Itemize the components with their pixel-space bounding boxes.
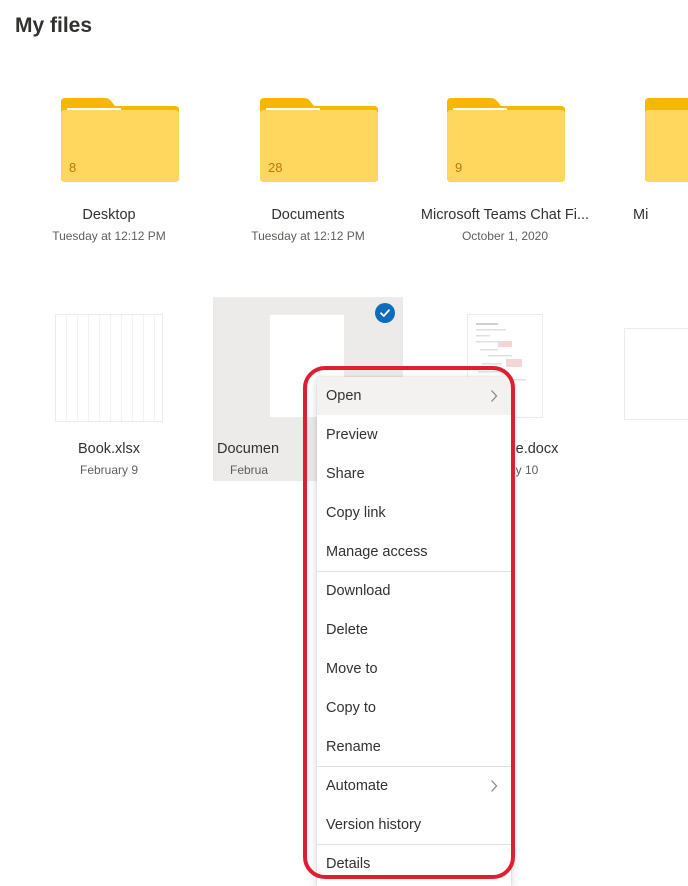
menu-item-download[interactable]: Download	[317, 572, 511, 610]
menu-item-preview[interactable]: Preview	[317, 416, 511, 454]
chevron-right-icon	[491, 780, 498, 792]
my-files-view: My files 8 Desktop Tuesday at 12:12 PM 2…	[0, 0, 688, 886]
menu-item-details[interactable]: Details	[317, 845, 511, 883]
folder-date: Tuesday at 12:12 PM	[251, 229, 365, 243]
folder-icon	[645, 98, 688, 182]
folder-name: Mi	[633, 207, 649, 223]
menu-item-label: Preview	[326, 427, 378, 443]
menu-item-label: Rename	[326, 739, 381, 755]
menu-item-rename[interactable]: Rename	[317, 728, 511, 766]
folder-name: Documents	[271, 207, 345, 223]
page-title: My files	[15, 14, 93, 37]
folder-item-count: 8	[69, 160, 77, 175]
folder-name: Desktop	[82, 207, 136, 223]
menu-item-delete[interactable]: Delete	[317, 611, 511, 649]
spreadsheet-thumbnail	[56, 315, 162, 421]
menu-item-label: Version history	[326, 817, 422, 833]
menu-item-label: Automate	[326, 778, 389, 794]
menu-item-move-to[interactable]: Move to	[317, 650, 511, 688]
menu-item-share[interactable]: Share	[317, 455, 511, 493]
menu-item-label: Copy link	[326, 505, 386, 521]
chevron-right-icon	[491, 390, 498, 402]
folder-date: October 1, 2020	[461, 229, 549, 243]
menu-item-label: Manage access	[326, 544, 428, 560]
folder-icon	[447, 98, 565, 182]
folder-date: Tuesday at 12:12 PM	[52, 229, 166, 243]
menu-item-manage-access[interactable]: Manage access	[317, 533, 511, 571]
menu-item-label: Share	[326, 466, 365, 482]
menu-item-version-history[interactable]: Version history	[317, 806, 511, 844]
menu-item-label: Delete	[326, 622, 368, 638]
menu-item-copy-to[interactable]: Copy to	[317, 689, 511, 727]
menu-item-label: Move to	[326, 661, 378, 677]
menu-item-open[interactable]: Open	[317, 377, 511, 415]
file-thumbnail	[625, 329, 688, 419]
selected-checkbox[interactable]	[375, 303, 395, 323]
checkmark-icon	[380, 309, 390, 317]
folder-icon	[61, 98, 179, 182]
menu-item-automate[interactable]: Automate	[317, 767, 511, 805]
folder-item-count: 9	[455, 160, 463, 175]
menu-item-label: Copy to	[326, 700, 376, 716]
menu-item-copy-link[interactable]: Copy link	[317, 494, 511, 532]
menu-item-label: Details	[326, 856, 371, 872]
menu-item-label: Open	[326, 388, 362, 404]
menu-item-label: Download	[326, 583, 391, 599]
context-menu: Open Preview Share Copy link Manage acce…	[317, 377, 511, 886]
folder-item-count: 28	[268, 160, 283, 175]
folder-name: Microsoft Teams Chat Fi...	[420, 207, 590, 223]
